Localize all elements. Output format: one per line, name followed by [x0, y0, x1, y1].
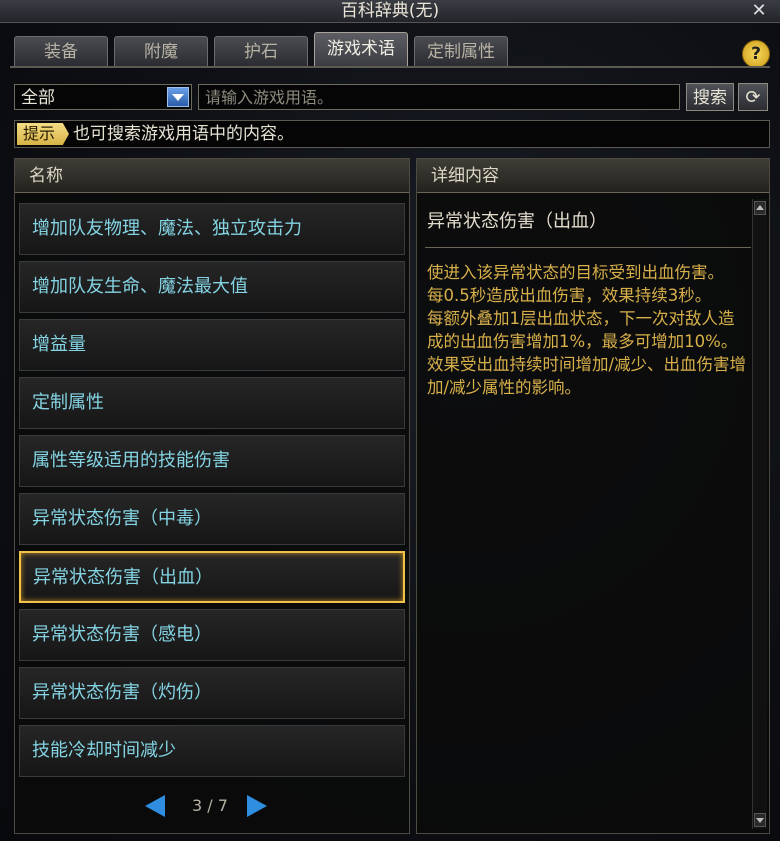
- category-select[interactable]: 全部: [14, 84, 192, 110]
- list-item-label: 增益量: [32, 334, 86, 355]
- list-item-label: 异常状态伤害（感电）: [32, 624, 212, 645]
- term-list-panel: 名称 增加队友物理、魔法、独立攻击力 增加队友生命、魔法最大值 增益量 定制属性…: [14, 158, 410, 834]
- list-item-label: 技能冷却时间减少: [32, 740, 176, 761]
- list-item-label: 增加队友物理、魔法、独立攻击力: [32, 218, 302, 239]
- hint-bar: 提示 也可搜索游戏用语中的内容。: [14, 120, 770, 148]
- tab-equipment[interactable]: 装备: [14, 36, 108, 66]
- refresh-icon[interactable]: ⟳: [738, 83, 768, 111]
- detail-body: 使进入该异常状态的目标受到出血伤害。 每0.5秒造成出血伤害，效果持续3秒。 每…: [427, 263, 747, 397]
- scroll-up-icon[interactable]: [754, 201, 766, 215]
- tab-divider: [10, 66, 770, 68]
- list-item-label: 异常状态伤害（灼伤）: [32, 682, 212, 703]
- search-button[interactable]: 搜索: [686, 83, 734, 111]
- list-item-label: 异常状态伤害（出血）: [33, 567, 213, 588]
- detail-header: 详细内容: [417, 159, 769, 193]
- list-item[interactable]: 异常状态伤害（灼伤）: [19, 667, 405, 719]
- prev-page-icon[interactable]: [145, 795, 165, 817]
- window-title: 百科辞典(无): [340, 1, 440, 21]
- list-item-label: 属性等级适用的技能伤害: [32, 450, 230, 471]
- list-item[interactable]: 属性等级适用的技能伤害: [19, 435, 405, 487]
- help-icon[interactable]: ?: [742, 40, 770, 68]
- tab-talisman[interactable]: 护石: [214, 36, 308, 66]
- chevron-down-icon[interactable]: [167, 87, 189, 107]
- next-page-icon[interactable]: [247, 795, 267, 817]
- tab-custom-attributes[interactable]: 定制属性: [414, 36, 508, 66]
- hint-tag: 提示: [17, 123, 70, 145]
- detail-scrollbar[interactable]: [752, 199, 767, 829]
- list-item[interactable]: 增益量: [19, 319, 405, 371]
- page-indicator: 3 / 7: [192, 796, 228, 815]
- list-item[interactable]: 定制属性: [19, 377, 405, 429]
- detail-panel: 详细内容 异常状态伤害（出血） 使进入该异常状态的目标受到出血伤害。 每0.5秒…: [416, 158, 770, 834]
- hint-text: 也可搜索游戏用语中的内容。: [73, 124, 294, 144]
- scroll-down-icon[interactable]: [754, 813, 766, 827]
- tab-game-terms[interactable]: 游戏术语: [314, 32, 408, 66]
- list-item-selected[interactable]: 异常状态伤害（出血）: [19, 551, 405, 603]
- list-item[interactable]: 增加队友物理、魔法、独立攻击力: [19, 203, 405, 255]
- list-item[interactable]: 增加队友生命、魔法最大值: [19, 261, 405, 313]
- detail-divider: [425, 247, 751, 248]
- list-header: 名称: [15, 159, 409, 193]
- list-item[interactable]: 异常状态伤害（中毒）: [19, 493, 405, 545]
- category-select-value: 全部: [21, 88, 55, 108]
- list-item-label: 异常状态伤害（中毒）: [32, 508, 212, 529]
- close-icon[interactable]: ✕: [748, 0, 770, 22]
- tab-enchant[interactable]: 附魔: [114, 36, 208, 66]
- list-item[interactable]: 技能冷却时间减少: [19, 725, 405, 777]
- list-item-label: 增加队友生命、魔法最大值: [32, 276, 248, 297]
- title-bar[interactable]: 百科辞典(无) ✕: [0, 0, 780, 23]
- list-item[interactable]: 异常状态伤害（感电）: [19, 609, 405, 661]
- pagination: 3 / 7: [15, 791, 411, 821]
- list-item-label: 定制属性: [32, 392, 104, 413]
- encyclopedia-window: 百科辞典(无) ✕ 装备 附魔 护石 游戏术语 定制属性 ? 全部 搜索 ⟳ 提…: [0, 0, 780, 841]
- detail-title: 异常状态伤害（出血）: [427, 211, 607, 232]
- search-input[interactable]: [198, 84, 680, 110]
